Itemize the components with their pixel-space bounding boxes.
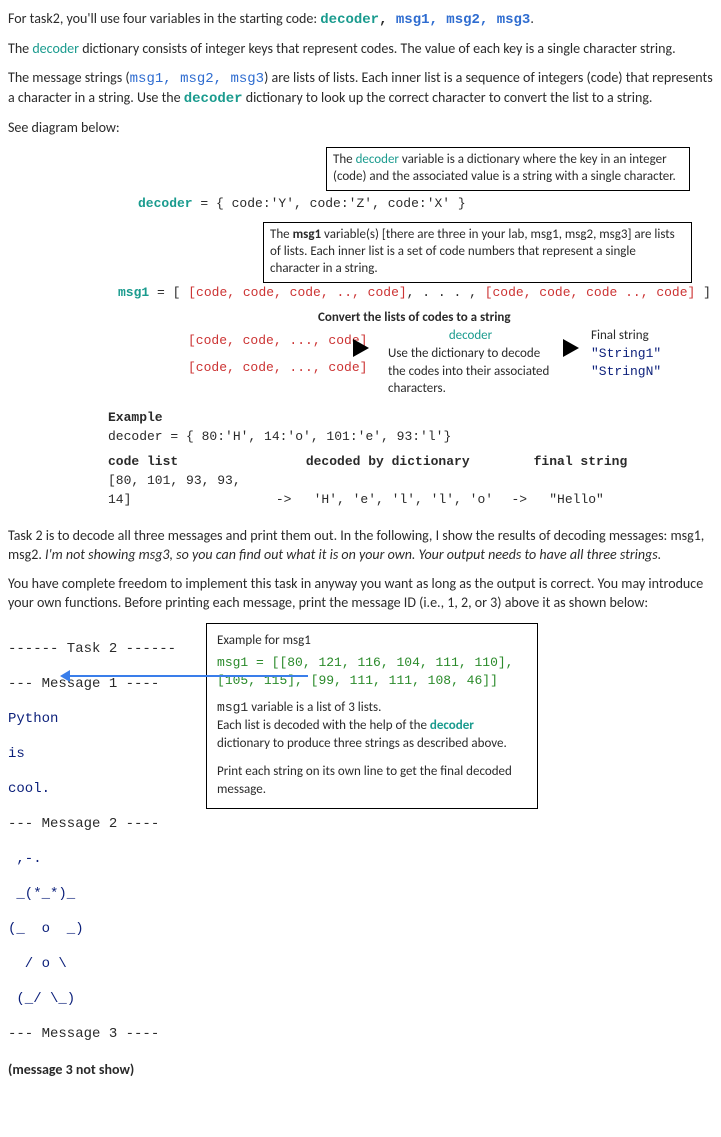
t: dictionary to produce three strings as d… — [217, 736, 507, 751]
codelist-2: [code, code, ..., code] — [188, 359, 367, 377]
line: msg1 variable is a list of 3 lists. — [217, 699, 527, 717]
line: / o \ — [8, 956, 176, 974]
msg3-header: --- Message 3 ---- — [8, 1026, 176, 1044]
msg2-header: --- Message 2 ---- — [8, 816, 176, 834]
vars-msg: msg1, msg2, msg3 — [396, 12, 530, 28]
line: (_/ \_) — [8, 991, 176, 1009]
example-block: Example decoder = { 80:'H', 14:'o', 101:… — [108, 409, 627, 509]
pair: code:'Z' — [310, 196, 372, 211]
h: code list — [108, 453, 298, 472]
comma: , — [379, 12, 396, 28]
v: "Hello" — [549, 492, 604, 507]
var-decoder: decoder — [320, 12, 379, 28]
kw: decoder — [138, 196, 193, 211]
final-string-col: Final string "String1" "StringN" — [591, 327, 661, 380]
t: , — [294, 196, 310, 211]
decoder-mid: decoder Use the dictionary to decode the… — [388, 327, 553, 397]
example-row-values: [80, 101, 93, 93, 14] -> 'H', 'e', 'l', … — [108, 472, 627, 510]
t: , — [372, 196, 388, 211]
arw: -> — [511, 491, 541, 510]
title: Example for msg1 — [217, 632, 527, 650]
t: The — [8, 40, 32, 57]
task2-header: ------ Task 2 ------ — [8, 641, 176, 659]
line: _(*_*)_ — [8, 886, 176, 904]
t: Each list is decoded with the help of th… — [217, 718, 430, 733]
arw: -> — [276, 491, 306, 510]
intro-p4: See diagram below: — [8, 119, 713, 138]
arrow-icon — [563, 339, 579, 357]
task2-p2: You have complete freedom to implement t… — [8, 575, 713, 613]
convert-title: Convert the lists of codes to a string — [318, 309, 511, 327]
line: Python — [8, 711, 176, 729]
var-decoder: decoder — [184, 91, 243, 107]
t: ] — [695, 285, 711, 300]
intro-p3: The message strings (msg1, msg2, msg3) a… — [8, 69, 713, 109]
vars-msg: msg1, msg2, msg3 — [130, 71, 264, 87]
v: 'H', 'e', 'l', 'l', 'o' — [314, 491, 504, 510]
s1: "String1" — [591, 345, 661, 363]
msg1-header: --- Message 1 ---- — [8, 676, 176, 694]
sn: "StringN" — [591, 363, 661, 381]
msg3-not-shown: (message 3 not show) — [8, 1061, 176, 1079]
var-msg1: msg1 — [293, 227, 322, 242]
line: cool. — [8, 781, 176, 799]
example-msg1-box: Example for msg1 msg1 = [[80, 121, 116, … — [206, 623, 538, 809]
t: The — [270, 227, 293, 242]
decoder-label: decoder — [388, 327, 553, 345]
line: (_ o _) — [8, 921, 176, 939]
t: I'm not showing msg3, so you can find ou… — [45, 546, 661, 563]
output-left: ------ Task 2 ------ --- Message 1 ---- … — [8, 623, 176, 1131]
task2-p1: Task 2 is to decode all three messages a… — [8, 527, 713, 565]
h: decoded by dictionary — [306, 453, 526, 472]
arrow-icon — [353, 339, 369, 357]
h: final string — [534, 454, 628, 469]
arrow-icon — [68, 675, 308, 677]
codelist-1: [code, code, ..., code] — [188, 332, 367, 350]
period: . — [530, 10, 534, 27]
msg1-desc-box: The msg1 variable(s) [there are three in… — [263, 222, 692, 283]
example-decoder: decoder = { 80:'H', 14:'o', 101:'e', 93:… — [108, 428, 627, 447]
var-decoder: decoder — [430, 718, 474, 733]
t: = { — [193, 196, 232, 211]
t: variable is a list of 3 lists. — [248, 700, 381, 715]
t: The message strings ( — [8, 69, 130, 86]
example-label: Example — [108, 409, 627, 428]
kw: msg1 — [118, 285, 149, 300]
t: dictionary consists of integer keys that… — [79, 40, 676, 57]
line: is — [8, 746, 176, 764]
var-decoder: decoder — [356, 152, 399, 167]
msg1-decl: msg1 = [ [code, code, code, .., code], .… — [118, 284, 711, 302]
output-section: ------ Task 2 ------ --- Message 1 ---- … — [8, 623, 713, 1131]
t: dictionary to look up the correct charac… — [243, 89, 653, 106]
code: msg1 = [[80, 121, 116, 104, 111, 110], [… — [217, 654, 527, 690]
pair: code:'X' — [388, 196, 450, 211]
t: , . . . , — [407, 285, 485, 300]
diagram: The decoder variable is a dictionary whe… — [108, 147, 713, 507]
decoder-decl: decoder = { code:'Y', code:'Z', code:'X'… — [138, 195, 466, 213]
example-row-headers: code list decoded by dictionary final st… — [108, 453, 627, 472]
final-string-label: Final string — [591, 327, 661, 345]
decoder-desc-box: The decoder variable is a dictionary whe… — [326, 147, 690, 191]
intro-p2: The decoder dictionary consists of integ… — [8, 40, 713, 59]
t: variable(s) [there are three in your lab… — [270, 227, 675, 276]
var-decoder: decoder — [32, 40, 79, 57]
pair: code:'Y' — [232, 196, 294, 211]
list: [code, code, code .., code] — [485, 285, 696, 300]
list: [code, code, code, .., code] — [188, 285, 406, 300]
line: Print each string on its own line to get… — [217, 763, 527, 799]
line: ,-. — [8, 851, 176, 869]
t: The — [333, 152, 356, 167]
t: For task2, you'll use four variables in … — [8, 10, 320, 27]
v: [80, 101, 93, 93, 14] — [108, 472, 268, 510]
intro-p1: For task2, you'll use four variables in … — [8, 10, 713, 30]
t: = [ — [149, 285, 188, 300]
line: Each list is decoded with the help of th… — [217, 717, 527, 753]
decoder-text: Use the dictionary to decode the codes i… — [388, 345, 553, 398]
t: } — [450, 196, 466, 211]
var-msg1: msg1 — [217, 700, 248, 715]
